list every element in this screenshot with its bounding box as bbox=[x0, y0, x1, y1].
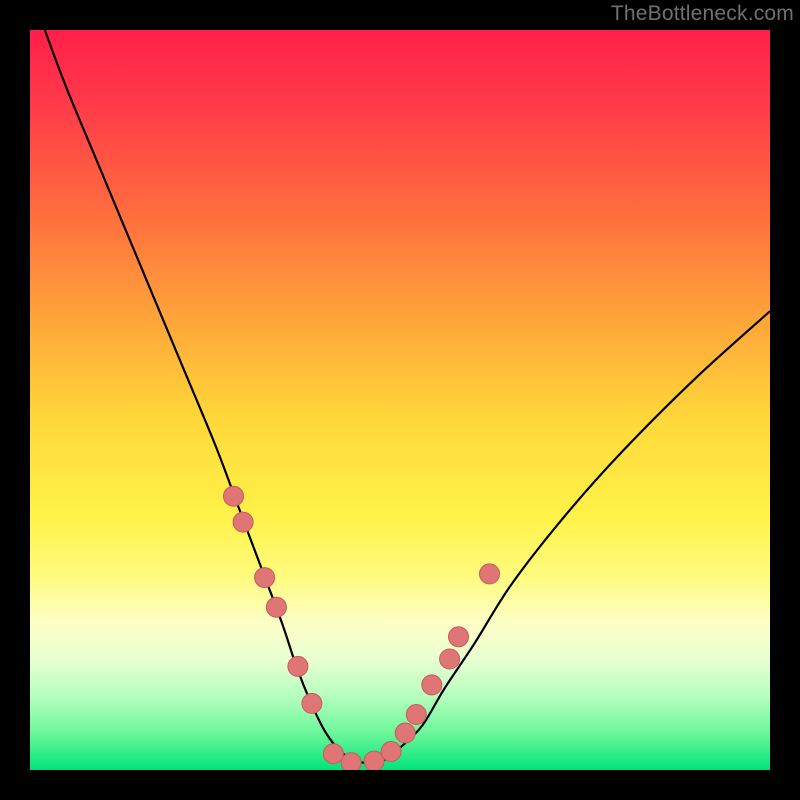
marker-point bbox=[302, 693, 322, 713]
watermark-text: TheBottleneck.com bbox=[611, 2, 794, 26]
marker-point bbox=[323, 744, 343, 764]
marker-point bbox=[341, 753, 361, 770]
marker-point bbox=[288, 656, 308, 676]
marker-point bbox=[224, 486, 244, 506]
chart-frame bbox=[30, 30, 770, 770]
marker-point bbox=[406, 705, 426, 725]
marker-point bbox=[395, 723, 415, 743]
marker-point bbox=[266, 597, 286, 617]
bottleneck-curve-path bbox=[45, 30, 770, 763]
marker-points-group bbox=[224, 486, 500, 770]
marker-point bbox=[480, 564, 500, 584]
bottleneck-chart bbox=[30, 30, 770, 770]
marker-point bbox=[381, 742, 401, 762]
marker-point bbox=[255, 568, 275, 588]
marker-point bbox=[440, 649, 460, 669]
marker-point bbox=[449, 627, 469, 647]
marker-point bbox=[233, 512, 253, 532]
marker-point bbox=[422, 675, 442, 695]
